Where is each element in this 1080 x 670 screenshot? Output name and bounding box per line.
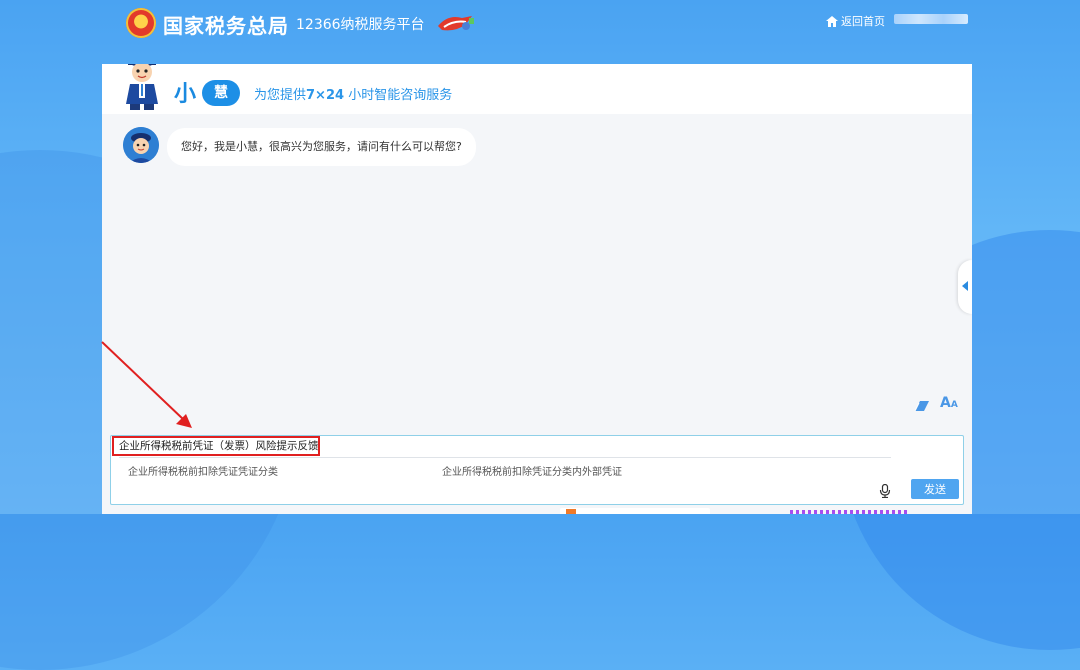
text-caret (319, 441, 320, 452)
font-size-small: A (950, 400, 958, 410)
home-link-label: 返回首页 (841, 15, 885, 28)
slogan-pre: 为您提供 (254, 88, 307, 103)
font-size-big: A (940, 395, 951, 411)
home-link[interactable]: 返回首页 (826, 13, 885, 29)
slogan-post: 小时智能咨询服务 (348, 88, 453, 103)
home-icon (826, 15, 838, 27)
microphone-icon[interactable] (879, 484, 891, 498)
collapse-arrow-icon (962, 281, 968, 291)
chat-header: 小 慧 为您提供7×24 小时智能咨询服务 (102, 64, 972, 114)
slogan-bold: 7×24 (306, 88, 345, 103)
message-input-area[interactable]: 企业所得税税前凭证（发票）风险提示反馈 企业所得税税前扣除凭证凭证分类 企业所得… (110, 435, 964, 505)
assistant-name-1: 小 (174, 82, 197, 107)
bottom-strip (560, 508, 710, 514)
query-text: 企业所得税税前凭证（发票）风险提示反馈 (119, 440, 319, 452)
mascot-icon (126, 64, 158, 110)
chat-panel: 小 慧 为您提供7×24 小时智能咨询服务 您好，我是小慧，很高兴为您服务，请问… (102, 64, 972, 514)
slogan: 为您提供7×24 小时智能咨询服务 (254, 84, 452, 103)
send-button[interactable]: 发送 (911, 479, 959, 499)
platform-name: 12366纳税服务平台 (296, 17, 425, 33)
bot-avatar (123, 127, 159, 163)
top-bar: 国家税务总局 12366纳税服务平台 返回首页 (0, 0, 1080, 44)
suggestion-item[interactable]: 企业所得税税前扣除凭证凭证分类 (128, 463, 278, 478)
divider (119, 457, 891, 458)
bottom-accent (566, 509, 576, 514)
suggestion-item[interactable]: 企业所得税税前扣除凭证分类内外部凭证 (442, 463, 622, 478)
emblem-icon (126, 8, 156, 38)
query-input[interactable]: 企业所得税税前凭证（发票）风险提示反馈 (112, 436, 320, 456)
bot-message: 您好，我是小慧，很高兴为您服务，请问有什么可以帮您? (167, 128, 476, 166)
user-info[interactable] (894, 14, 968, 24)
logo-title[interactable]: 国家税务总局 (163, 10, 289, 39)
font-size-icon[interactable]: AA (940, 395, 958, 411)
platform-badge-icon (438, 16, 474, 31)
eraser-icon[interactable] (914, 400, 930, 412)
bottom-decoration (790, 510, 910, 514)
side-collapse-button[interactable] (958, 260, 972, 314)
assistant-name-2: 慧 (202, 80, 240, 106)
assistant-logo: 小 慧 (174, 74, 244, 108)
